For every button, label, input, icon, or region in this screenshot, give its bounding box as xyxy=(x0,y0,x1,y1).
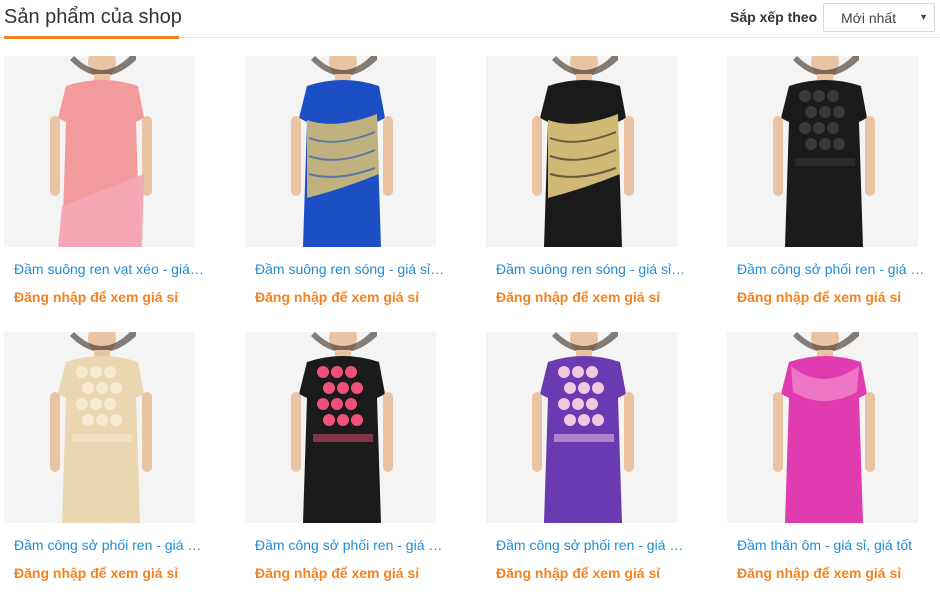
product-image[interactable] xyxy=(4,332,195,523)
login-for-price-link[interactable]: Đăng nhập để xem giá sỉ xyxy=(14,565,214,581)
title-underline xyxy=(4,36,179,39)
product-name-link[interactable]: Đầm công sở phối ren - giá sỉ, giá tốt xyxy=(14,537,204,553)
sort-select[interactable]: Mới nhất ▼ xyxy=(823,3,935,32)
section-title: Sản phẩm của shop xyxy=(4,6,182,28)
product-card[interactable]: Đầm công sở phối ren - giá sỉ, giá tốtĐă… xyxy=(486,332,686,582)
product-card[interactable]: Đầm suông ren sóng - giá sỉ, giá tốtĐăng… xyxy=(245,56,445,306)
login-for-price-link[interactable]: Đăng nhập để xem giá sỉ xyxy=(255,565,455,581)
login-for-price-link[interactable]: Đăng nhập để xem giá sỉ xyxy=(737,565,937,581)
product-name-link[interactable]: Đầm công sở phối ren - giá sỉ, giá tốt xyxy=(496,537,686,553)
product-card[interactable]: Đầm công sở phối ren - giá sỉ, giá tốtĐă… xyxy=(4,332,204,582)
product-card[interactable]: Đầm công sở phối ren - giá sỉ, giá tốtĐă… xyxy=(245,332,445,582)
product-name-link[interactable]: Đầm công sở phối ren - giá sỉ, giá tốt xyxy=(737,261,927,277)
product-image[interactable] xyxy=(245,332,436,523)
login-for-price-link[interactable]: Đăng nhập để xem giá sỉ xyxy=(255,289,455,305)
product-name-link[interactable]: Đầm thân ôm - giá sỉ, giá tốt xyxy=(737,537,927,553)
sort-label: Sắp xếp theo xyxy=(730,9,818,25)
login-for-price-link[interactable]: Đăng nhập để xem giá sỉ xyxy=(14,289,214,305)
product-image[interactable] xyxy=(727,56,918,247)
product-name-link[interactable]: Đầm công sở phối ren - giá sỉ, giá tốt xyxy=(255,537,445,553)
product-card[interactable]: Đầm suông ren vạt xéo - giá sỉ, giá tốtĐ… xyxy=(4,56,204,306)
section-header: Sản phẩm của shop Sắp xếp theo Mới nhất … xyxy=(0,0,940,39)
product-image[interactable] xyxy=(245,56,436,247)
chevron-down-icon: ▼ xyxy=(919,12,928,22)
login-for-price-link[interactable]: Đăng nhập để xem giá sỉ xyxy=(496,289,696,305)
product-name-link[interactable]: Đầm suông ren sóng - giá sỉ, giá tốt xyxy=(255,261,445,277)
product-image[interactable] xyxy=(727,332,918,523)
product-name-link[interactable]: Đầm suông ren vạt xéo - giá sỉ, giá tốt xyxy=(14,261,204,277)
product-card[interactable]: Đầm suông ren sóng - giá sỉ, giá tốtĐăng… xyxy=(486,56,686,306)
product-image[interactable] xyxy=(486,332,677,523)
product-name-link[interactable]: Đầm suông ren sóng - giá sỉ, giá tốt xyxy=(496,261,686,277)
login-for-price-link[interactable]: Đăng nhập để xem giá sỉ xyxy=(737,289,937,305)
product-card[interactable]: Đầm thân ôm - giá sỉ, giá tốt Đăng nhập đ… xyxy=(727,332,927,582)
login-for-price-link[interactable]: Đăng nhập để xem giá sỉ xyxy=(496,565,696,581)
product-image[interactable] xyxy=(486,56,677,247)
product-image[interactable] xyxy=(4,56,195,247)
sort-select-value: Mới nhất xyxy=(841,10,897,26)
product-card[interactable]: Đầm công sở phối ren - giá sỉ, giá tốtĐă… xyxy=(727,56,927,306)
